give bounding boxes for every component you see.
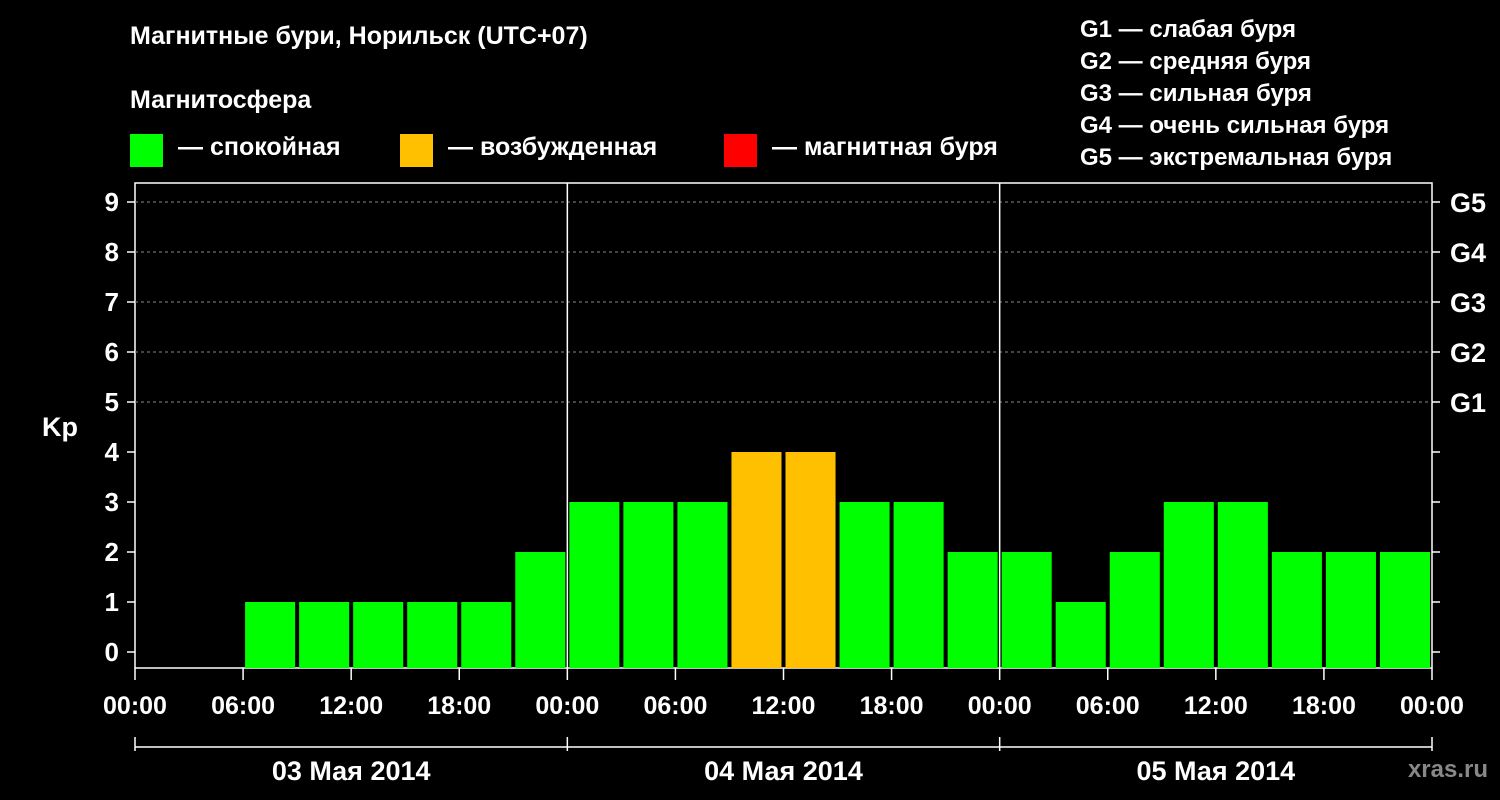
kp-chart: 0 1 2 3 4 5 6 7 8 9 G1 G2 G3 G4 G5 00:00 06:00 12:00 18:00… [103,182,1486,786]
kp-bar [1379,552,1430,668]
x-tick-label: 06:00 [211,692,275,720]
kp-bar [353,602,404,668]
kp-bar [677,502,728,668]
y-tick-label: 9 [105,187,119,217]
y-tick-label: 5 [105,387,119,417]
kp-bar [1163,502,1214,668]
y-tick-label: 7 [105,287,119,317]
kp-bar [407,602,458,668]
x-tick-label: 18:00 [860,692,924,720]
storm-level-label: G3 [1450,288,1486,318]
x-tick-label: 12:00 [752,692,816,720]
kp-bar [461,602,512,668]
storm-level-label: G2 [1450,338,1486,368]
x-tick-label: 00:00 [535,692,599,720]
kp-bar [1055,602,1106,668]
x-tick-label: 06:00 [1076,692,1140,720]
kp-bar [623,502,674,668]
y-tick-label: 2 [105,537,119,567]
y-tick-label: 6 [105,337,119,367]
kp-bar [839,502,890,668]
kp-bar [245,602,296,668]
day-label: 03 Мая 2014 [272,756,431,786]
x-tick-label: 00:00 [103,692,167,720]
kp-bar [893,502,944,668]
y-tick-label: 1 [105,587,119,617]
storm-level-label: G1 [1450,388,1486,418]
y-tick-label: 4 [105,437,120,467]
y-tick-label: 8 [105,237,119,267]
x-tick-label: 18:00 [1292,692,1356,720]
x-tick-label: 12:00 [1184,692,1248,720]
kp-bar [947,552,998,668]
y-tick-label: 0 [105,637,119,667]
y-tick-label: 3 [105,487,119,517]
x-tick-label: 18:00 [427,692,491,720]
day-label: 05 Мая 2014 [1136,756,1295,786]
kp-bar [569,502,620,668]
x-tick-label: 00:00 [968,692,1032,720]
kp-bar [1109,552,1160,668]
kp-bar [785,452,836,668]
kp-bar [731,452,782,668]
kp-bar [1001,552,1052,668]
kp-bar [1325,552,1376,668]
x-tick-label: 06:00 [643,692,707,720]
kp-bar [299,602,350,668]
x-tick-label: 12:00 [319,692,383,720]
kp-bar [515,552,566,668]
kp-bar [1271,552,1322,668]
day-label: 04 Мая 2014 [704,756,863,786]
storm-level-label: G4 [1450,238,1486,268]
storm-level-label: G5 [1450,188,1486,218]
kp-bar [1217,502,1268,668]
x-tick-label: 00:00 [1400,692,1464,720]
